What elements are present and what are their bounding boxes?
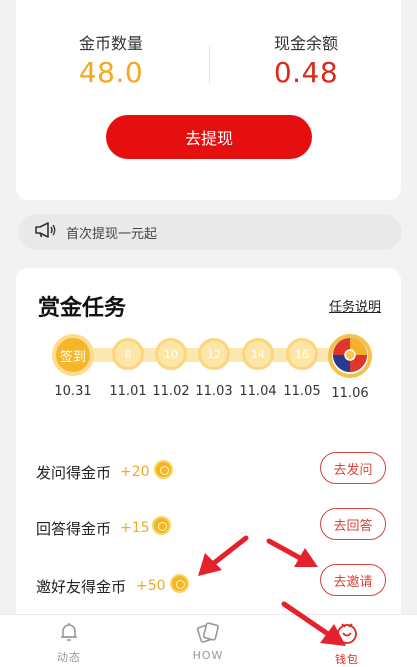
checkin-day-reward: 12 [207,347,221,361]
checkin-day-reward: 16 [295,347,309,361]
task-title: 赏金任务 [38,296,127,321]
task-button-ask[interactable]: 去发问 [320,452,386,484]
wallet-smile-icon [335,623,359,649]
task-row-ask: 发问得金币 +20 去发问 [36,452,386,492]
coin-icon [170,574,189,593]
bottom-nav: 动态 HOW 钱包 [0,614,417,667]
balance-divider [209,46,210,84]
cash-balance-label: 现金余额 [273,34,338,53]
checkin-label: 签到 [59,349,86,365]
nav-item-how[interactable]: HOW [173,621,243,662]
task-row-answer: 回答得金币 +15 去回答 [36,508,386,548]
checkin-day: 12 [198,338,230,370]
checkin-day: 16 [286,338,318,370]
task-button-answer[interactable]: 去回答 [320,508,386,540]
checkin-day-reward: 10 [164,347,178,361]
bell-icon [58,623,80,647]
task-button-invite[interactable]: 去邀请 [320,564,386,596]
nav-item-wallet[interactable]: 钱包 [312,621,382,667]
task-name: 邀好友得金币 [36,578,127,596]
task-reward: +50 [136,578,166,594]
checkin-day-reward: 8 [124,347,132,361]
nav-item-feed[interactable]: 动态 [34,621,104,665]
bounty-task-card: 赏金任务 任务说明 签到 8 10 12 14 16 10.31 11.01 1… [16,268,401,628]
checkin-day: 8 [112,338,144,370]
checkin-day: 10 [155,338,187,370]
coin-balance-value: 48.0 [78,56,144,89]
task-row-invite: 邀好友得金币 +50 去邀请 [36,564,386,604]
withdraw-button[interactable]: 去提现 [106,115,312,159]
coin-balance: 金币数量 48.0 [26,30,196,89]
cash-balance: 现金余额 0.48 [221,30,391,89]
checkin-day: 14 [242,338,274,370]
checkin-day-first[interactable]: 签到 [52,334,94,376]
task-name: 回答得金币 [36,520,112,538]
task-reward: +20 [120,464,150,480]
checkin-day-reward: 14 [251,347,265,361]
nav-label: 钱包 [335,653,359,666]
checkin-day-last[interactable] [328,334,372,378]
prize-wheel-icon [332,338,368,374]
coin-icon [152,516,171,535]
checkin-date: 11.06 [331,386,369,401]
notice-text: 首次提现一元起 [66,226,158,242]
coin-icon [154,460,173,479]
cards-icon [195,622,221,647]
coin-balance-label: 金币数量 [78,34,143,53]
megaphone-icon [34,221,56,243]
task-reward: +15 [120,520,150,536]
task-name: 发问得金币 [36,464,112,482]
notice-bar[interactable]: 首次提现一元起 [18,214,402,250]
nav-label: 动态 [57,651,81,664]
nav-label: HOW [192,649,224,662]
balance-card: 金币数量 48.0 现金余额 0.48 去提现 [16,0,401,200]
task-help-link[interactable]: 任务说明 [329,296,381,315]
checkin-date: 10.31 [54,384,92,399]
cash-balance-value: 0.48 [273,56,339,89]
